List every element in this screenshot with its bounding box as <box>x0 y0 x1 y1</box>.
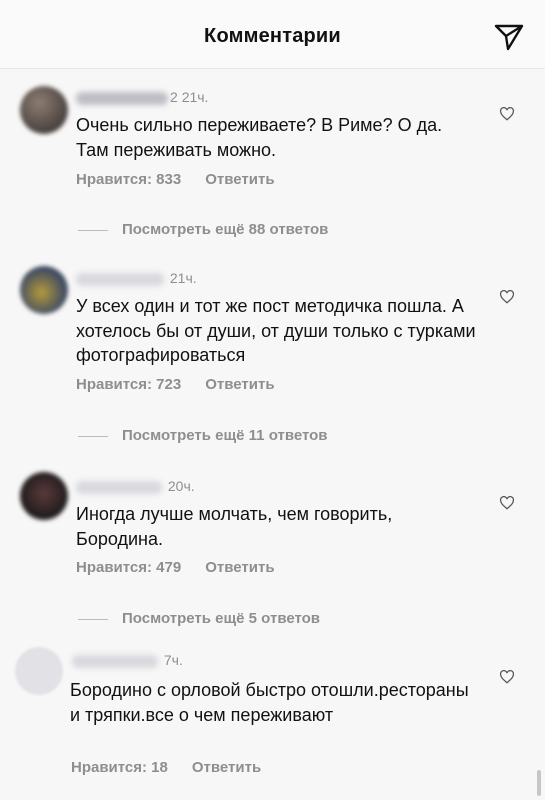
reply-button[interactable]: Ответить <box>205 559 274 576</box>
comment-time: 20ч. <box>167 478 195 494</box>
comment-time: 21ч. <box>169 270 197 286</box>
replies-divider <box>78 618 108 620</box>
comment-meta: 7ч. <box>72 652 183 668</box>
likes-count[interactable]: Нравится: 723 <box>76 376 181 393</box>
comment-time: 21ч. <box>181 89 209 105</box>
likes-count[interactable]: Нравится: 18 <box>71 759 168 776</box>
replies-divider <box>78 229 108 231</box>
comment-text: Иногда лучше молчать, чем говорить, Боро… <box>76 504 393 549</box>
heart-outline-icon[interactable] <box>499 496 515 510</box>
avatar[interactable] <box>20 86 68 134</box>
avatar[interactable] <box>15 647 63 695</box>
paper-plane-icon[interactable] <box>493 22 525 52</box>
avatar[interactable] <box>20 266 68 314</box>
reply-button[interactable]: Ответить <box>192 759 261 776</box>
username[interactable] <box>72 654 158 668</box>
reply-button[interactable]: Ответить <box>205 171 274 188</box>
view-replies-label: Посмотреть ещё 88 ответов <box>122 221 329 238</box>
view-replies-link[interactable]: Посмотреть ещё 11 ответов <box>78 427 328 444</box>
comment-meta: 2 21ч. <box>76 89 208 105</box>
comment-actions: Нравится: 723 Ответить <box>76 376 275 393</box>
scrollbar[interactable] <box>537 770 541 796</box>
reply-button[interactable]: Ответить <box>205 376 274 393</box>
view-replies-link[interactable]: Посмотреть ещё 88 ответов <box>78 221 328 238</box>
replies-divider <box>78 435 108 437</box>
header-bar: Комментарии <box>0 0 545 69</box>
username[interactable] <box>76 272 164 286</box>
likes-count[interactable]: Нравится: 479 <box>76 559 181 576</box>
heart-outline-icon[interactable] <box>499 670 515 684</box>
comment-text: Очень сильно переживаете? В Риме? О да. … <box>76 115 443 160</box>
heart-outline-icon[interactable] <box>499 107 515 121</box>
likes-count[interactable]: Нравится: 833 <box>76 171 181 188</box>
comment-time: 7ч. <box>163 652 183 668</box>
view-replies-link[interactable]: Посмотреть ещё 5 ответов <box>78 610 320 627</box>
page-title: Комментарии <box>204 25 341 47</box>
comment-meta: 21ч. <box>76 270 197 286</box>
comment-actions: Нравится: 479 Ответить <box>76 559 275 576</box>
avatar[interactable] <box>20 472 68 520</box>
view-replies-label: Посмотреть ещё 11 ответов <box>122 427 328 444</box>
comment-text: У всех один и тот же пост методичка пошл… <box>76 296 476 365</box>
comment-text: Бородино с орловой быстро отошли.рестора… <box>70 680 469 725</box>
username[interactable] <box>76 91 168 105</box>
comment-actions: Нравится: 833 Ответить <box>76 171 275 188</box>
comment-actions: Нравится: 18 Ответить <box>71 759 261 776</box>
username[interactable] <box>76 480 162 494</box>
view-replies-label: Посмотреть ещё 5 ответов <box>122 610 321 627</box>
comment-meta: 20ч. <box>76 478 195 494</box>
heart-outline-icon[interactable] <box>499 290 515 304</box>
username-suffix: 2 <box>170 89 178 105</box>
